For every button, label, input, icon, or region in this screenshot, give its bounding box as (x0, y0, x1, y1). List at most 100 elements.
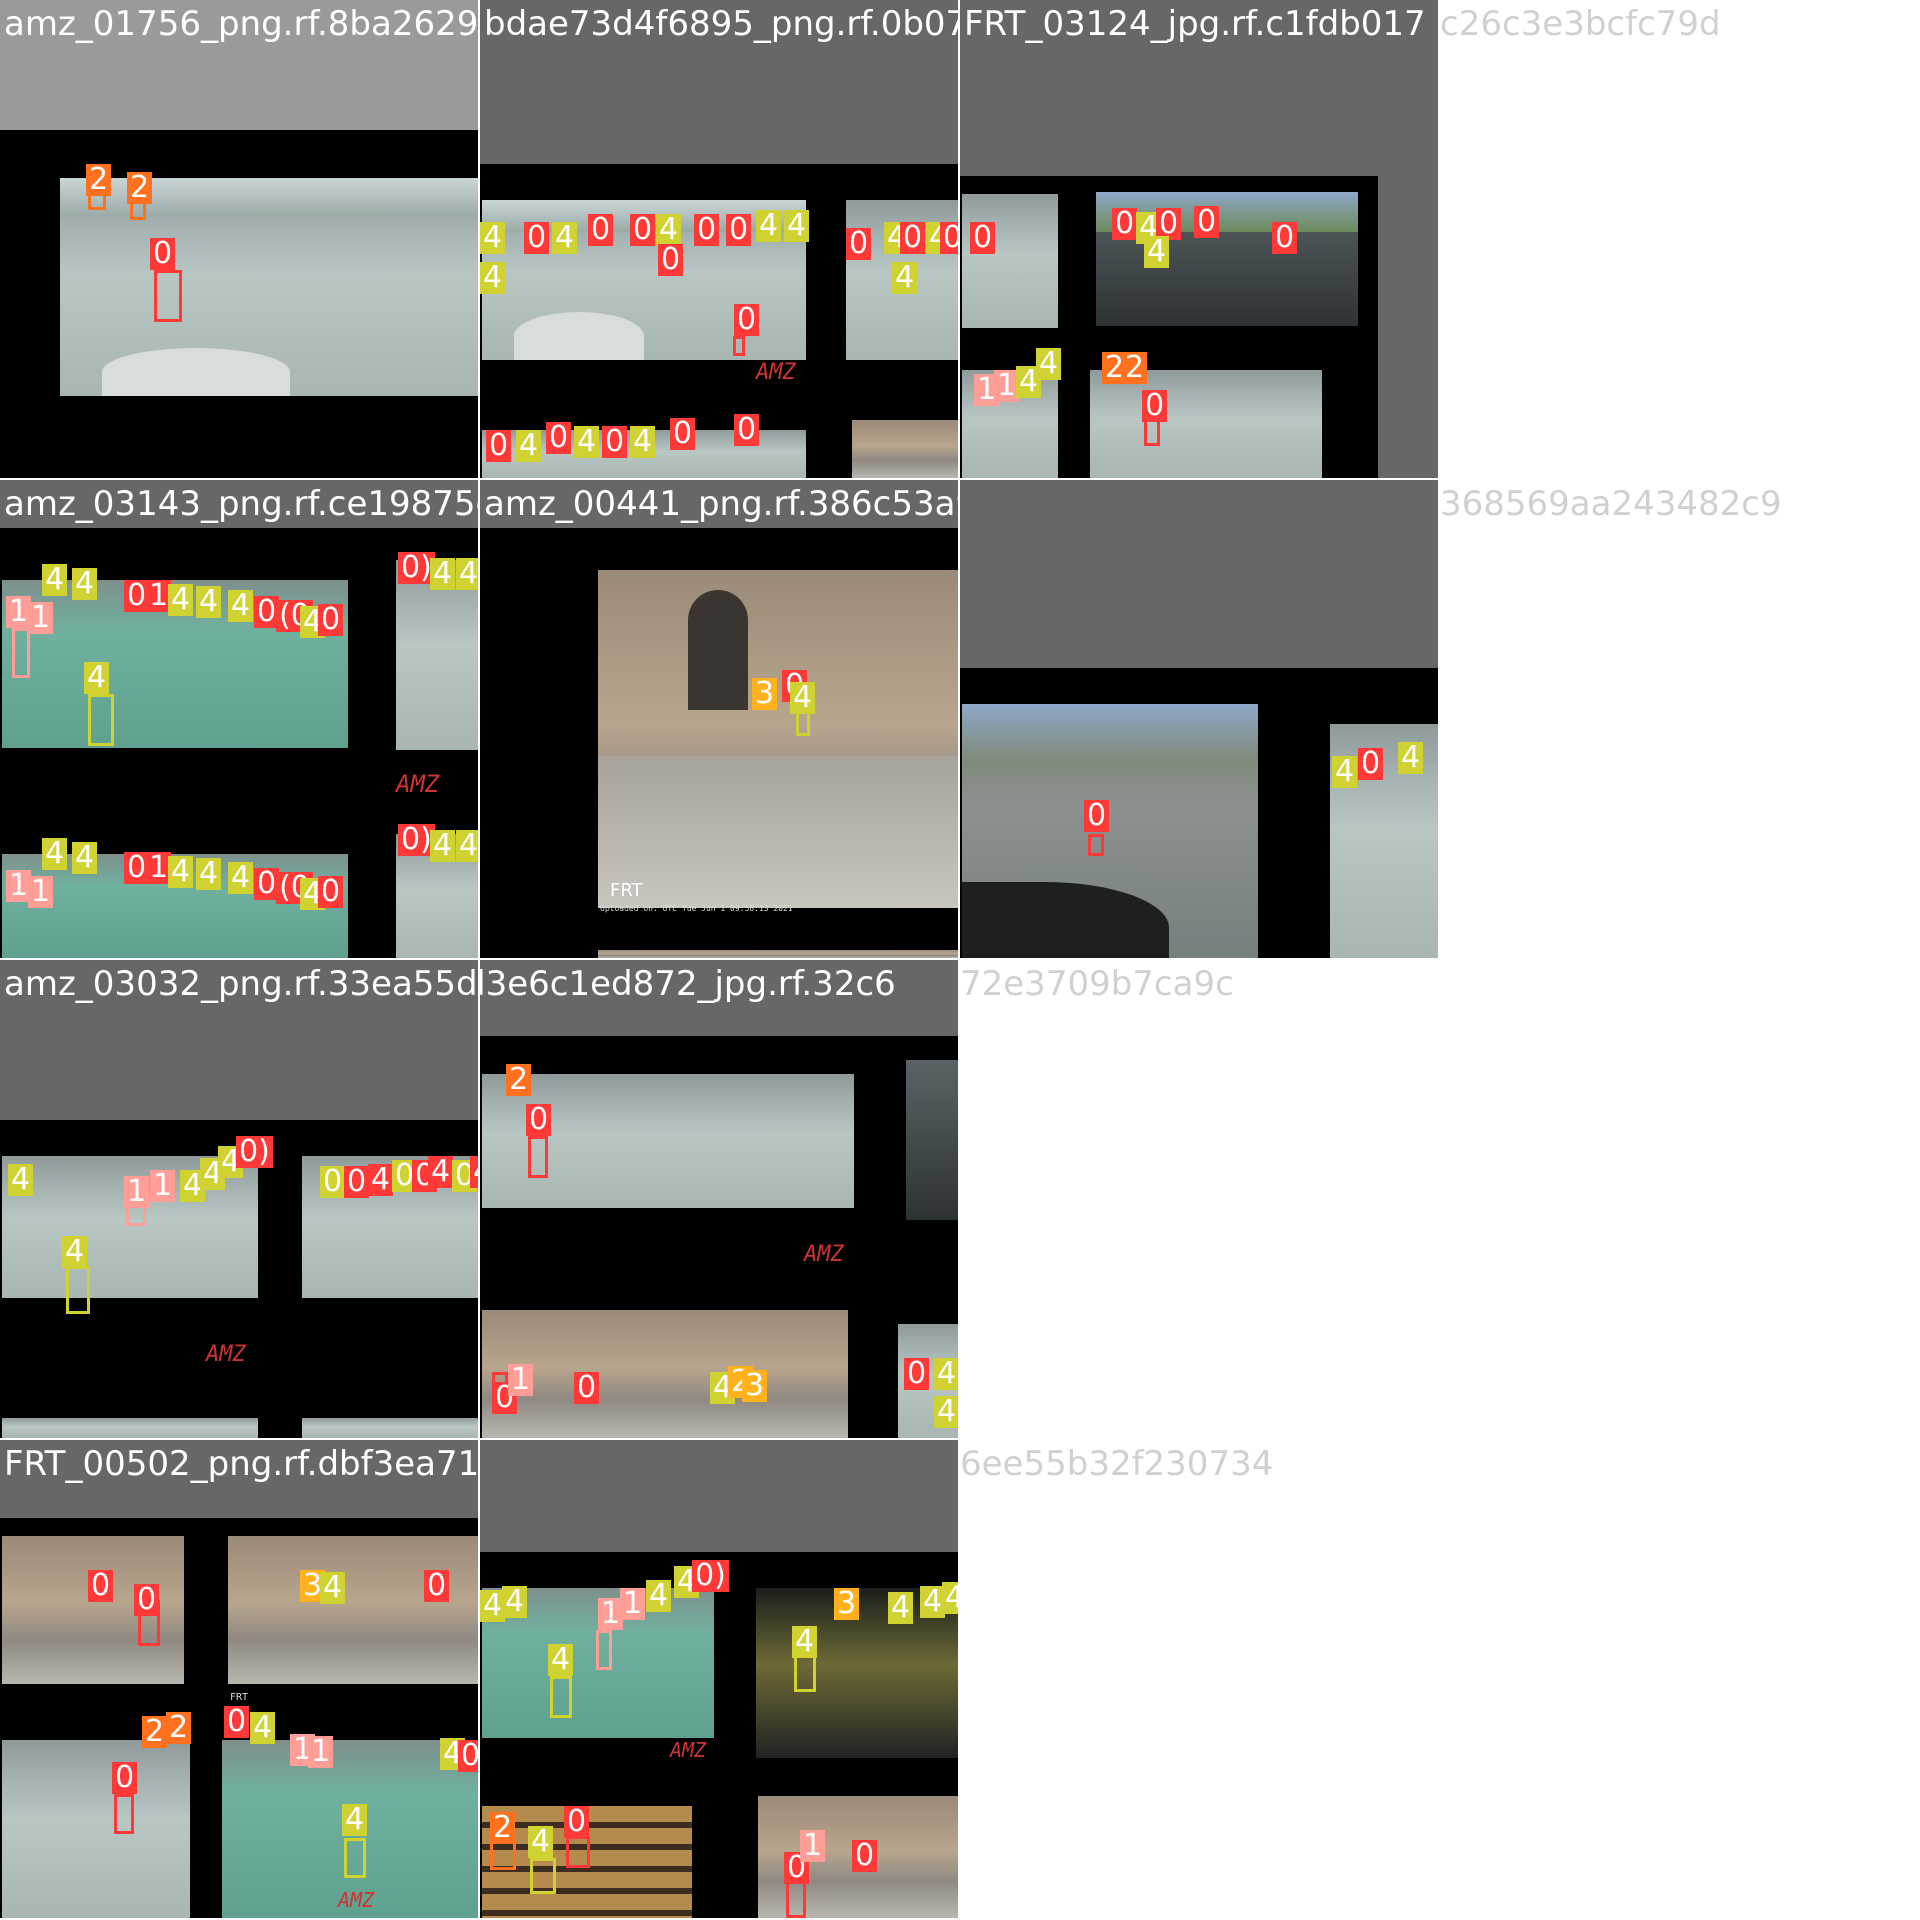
bbox-label: 4 (72, 842, 98, 874)
bbox-label: 0 (1272, 222, 1298, 254)
bbox-label: 4 (430, 558, 456, 590)
bbox-label: 4 (228, 590, 254, 622)
bbox-label: 0 (1112, 208, 1138, 240)
bbox-label: 0 (318, 876, 344, 908)
bbox-label: 0 (588, 214, 614, 246)
bbox-label: 3 (752, 678, 778, 710)
building-photo (852, 420, 958, 478)
bbox-label: 0 (458, 1740, 478, 1772)
bbox-label: 4 (942, 1582, 958, 1614)
bbox (530, 1858, 556, 1894)
amz-watermark: AMZ (670, 1738, 707, 1762)
bbox-label: 4 (368, 1164, 394, 1196)
bbox-label: 4 (8, 1164, 34, 1196)
bbox-label: 4 (552, 222, 578, 254)
track-photo (2, 1418, 258, 1438)
bbox-label: 0) (692, 1560, 729, 1592)
mosaic-tile-7: AMZ 4 1 1 4 4 4 0) 4 0 0 4 0 0 4 0 4 amz… (0, 960, 478, 1438)
bbox-label: 4 (62, 1236, 88, 1268)
bbox-label: 0 (670, 418, 696, 450)
bbox-label: 0 (524, 222, 550, 254)
bbox-label: 2 (166, 1712, 192, 1744)
bbox-label: 4 (502, 1586, 528, 1618)
bbox-label: 0) (236, 1136, 273, 1168)
bbox-label: 4 (228, 862, 254, 894)
tile-caption: amz_03143_png.rf.ce19875d6d3e51bc708447e… (4, 484, 478, 524)
car-photo (962, 704, 1258, 958)
caption-overflow: 6ee55b32f230734 (960, 1444, 1274, 1484)
bbox-label: 4 (892, 262, 918, 294)
bbox-label: 4 (1144, 236, 1170, 268)
amz-watermark: AMZ (338, 1888, 375, 1912)
bbox-label: 4 (888, 1592, 914, 1624)
track-photo (2, 1740, 190, 1918)
bbox-label: 0 (564, 1806, 590, 1838)
caption-overflow: 72e3709b7ca9c (960, 964, 1234, 1004)
mosaic-tile-10: AMZ 4 4 1 1 4 4 0) 4 3 4 4 4 4 2 4 0 0 1… (480, 1440, 958, 1918)
bbox-label: 2 (1122, 352, 1148, 384)
mosaic-tile-1: 2 2 0 amz_01756_png.rf.8ba2629 (0, 0, 478, 478)
bbox-label: 4 (646, 1580, 672, 1612)
bbox-label: 0 (694, 214, 720, 246)
amz-watermark: AMZ (396, 770, 440, 798)
bbox-label: 0 (734, 414, 760, 446)
building-photo (228, 1536, 478, 1684)
building-photo (598, 950, 958, 958)
bbox-label: 1 (150, 1170, 176, 1202)
bbox-label: 0 (900, 222, 926, 254)
bbox-label: 3 (742, 1370, 768, 1402)
bbox-label: 0 (150, 238, 176, 270)
bbox-label: 1 (124, 1176, 150, 1208)
bbox-label: 1 (28, 602, 54, 634)
bbox-label: 4 (630, 426, 656, 458)
bbox-label: 4 (548, 1644, 574, 1676)
bbox-label: 4 (430, 830, 456, 862)
bbox (596, 1630, 612, 1670)
bbox-label: 0 (846, 228, 872, 260)
mosaic-tile-8: AMZ 2 0 0 1 0 4 2 3 0 4 4 d3e6c1ed872_jp… (480, 960, 958, 1438)
mosaic-tile-4: AMZ 1 1 4 4 0 1 4 4 4 0 (0 4 0 0) 4 4 4 … (0, 480, 478, 958)
bbox (528, 1136, 548, 1178)
building-photo (482, 1310, 848, 1438)
amz-watermark: AMZ (206, 1342, 246, 1367)
bbox-label: 2 (142, 1716, 168, 1748)
bbox-label: 4 (428, 1156, 454, 1188)
bbox-label: 4 (72, 568, 98, 600)
bbox-label: 0 (486, 430, 512, 462)
frt-watermark: FRT (610, 880, 643, 901)
track-photo (1090, 370, 1322, 478)
bbox-label: 4 (792, 1626, 818, 1658)
bbox-label: 0 (904, 1358, 930, 1390)
bbox (786, 1880, 806, 1918)
bbox (1088, 834, 1104, 856)
building-photo (598, 570, 958, 908)
bbox (154, 270, 182, 322)
bbox-label: 0 (970, 222, 996, 254)
bbox-label: 0 (940, 222, 958, 254)
bbox-label: 4 (196, 858, 222, 890)
bbox-label: 4 (1332, 756, 1358, 788)
tile-caption: amz_00441_png.rf.386c53a9c64781e54 (484, 484, 958, 524)
bbox-label: 4 (250, 1712, 276, 1744)
bbox-label: 1 (28, 876, 54, 908)
bbox-label: 4 (196, 586, 222, 618)
bbox-label: 0 (224, 1706, 250, 1738)
bbox-label: 0 (726, 214, 752, 246)
bbox (12, 628, 30, 678)
bbox-label: 4 (528, 1826, 554, 1858)
bbox (344, 1838, 366, 1878)
bbox-label: 1 (620, 1588, 646, 1620)
bbox-label: 0 (658, 244, 684, 276)
bbox-label: 4 (1036, 348, 1062, 380)
bbox-label: 4 (574, 426, 600, 458)
bbox-label: 0 (1194, 206, 1220, 238)
bbox-label: 0 (734, 304, 760, 336)
bbox-label: 4 (934, 1358, 958, 1390)
bbox-label: 4 (470, 1156, 478, 1188)
bbox-label: 0 (320, 1166, 346, 1198)
tile-caption: bdae73d4f6895_png.rf.0b074bec755c001797b… (484, 4, 958, 44)
bbox-label: 0 (602, 426, 628, 458)
bbox-label: 4 (168, 856, 194, 888)
bbox-label: 0 (344, 1166, 370, 1198)
bbox-label: 1 (508, 1364, 534, 1396)
